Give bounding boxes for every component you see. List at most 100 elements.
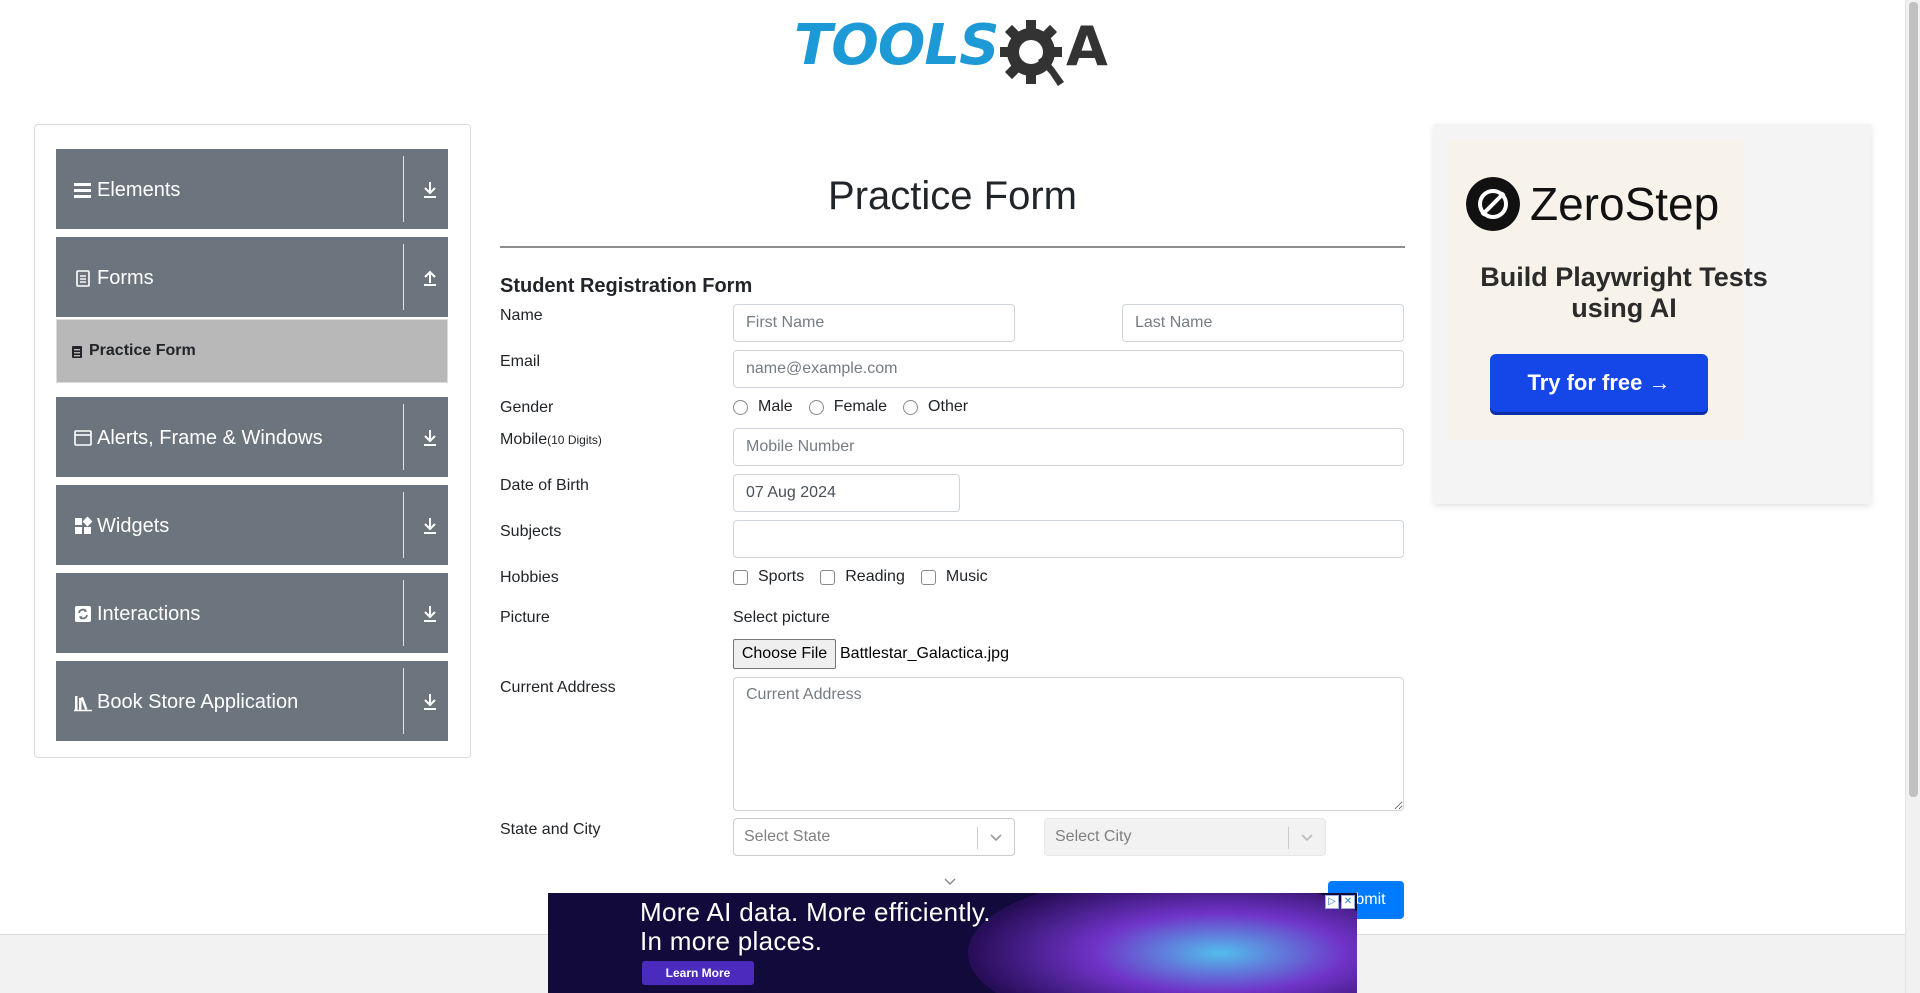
logo-text: TOOLS (794, 13, 999, 78)
email-label: Email (500, 353, 541, 370)
zerostep-tagline: Build Playwright Tests using AI (1480, 262, 1768, 323)
sidebar-item-practice-form[interactable]: Practice Form (56, 319, 448, 383)
subjects-input[interactable] (733, 520, 1404, 558)
divider (403, 244, 404, 310)
date-of-birth-input[interactable] (733, 474, 960, 512)
hobby-checkbox-reading[interactable]: Reading (820, 568, 905, 586)
checkbox[interactable] (733, 569, 748, 585)
sidebar-group-label: Elements (97, 179, 181, 201)
form-icon (76, 270, 90, 287)
toolsqa-logo[interactable]: TOOLS A (790, 12, 1116, 92)
sidebar-group-alerts[interactable]: Alerts, Frame & Windows (56, 397, 448, 477)
download-icon[interactable] (421, 604, 439, 624)
current-address-label: Current Address (500, 679, 616, 696)
subjects-label: Subjects (500, 523, 562, 540)
picture-label: Picture (500, 609, 550, 626)
divider (403, 668, 404, 734)
divider (1288, 827, 1289, 849)
radio-label: Male (758, 398, 793, 415)
zerostep-brand: ZeroStep (1530, 178, 1720, 230)
sidebar-group-book-store[interactable]: Book Store Application (56, 661, 448, 741)
divider (403, 156, 404, 222)
scrollbar[interactable] (1905, 0, 1920, 993)
state-select[interactable]: Select State (733, 818, 1015, 856)
zerostep-ad[interactable]: ZeroStep Build Playwright Tests using AI… (1434, 124, 1871, 504)
logo-text-a: A (1066, 15, 1108, 78)
zerostep-logo-icon (1466, 177, 1520, 231)
radio-label: Female (833, 398, 888, 415)
sidebar-group-label: Book Store Application (97, 691, 299, 713)
form-icon (71, 345, 83, 362)
sidebar-group-label: Widgets (97, 515, 170, 537)
bottom-banner-ad[interactable]: More AI data. More efficiently. In more … (548, 893, 1357, 993)
radio-button[interactable] (733, 399, 748, 415)
download-icon[interactable] (421, 516, 439, 536)
chevron-down-icon[interactable] (988, 831, 1004, 845)
checkbox[interactable] (920, 569, 936, 585)
choose-file-button[interactable]: Choose File (733, 639, 836, 669)
hobby-checkbox-music[interactable]: Music (920, 568, 988, 586)
hobby-checkbox-sports[interactable]: Sports (733, 568, 804, 586)
select-picture-label: Select picture (733, 609, 830, 626)
ad-controls: ▷ ✕ (1325, 895, 1355, 909)
gender-label: Gender (500, 399, 554, 416)
checkbox[interactable] (820, 569, 836, 585)
books-icon (74, 696, 92, 712)
ad-headline: More AI data. More efficiently. In more … (640, 898, 991, 956)
divider (500, 246, 1405, 248)
city-select-placeholder: Select City (1055, 828, 1132, 845)
scrollbar-thumb[interactable] (1909, 2, 1918, 797)
divider (403, 404, 404, 470)
city-select[interactable]: Select City (1044, 818, 1326, 856)
first-name-input[interactable] (733, 304, 1015, 342)
sidebar-group-forms[interactable]: Forms (56, 237, 448, 317)
upload-icon[interactable] (421, 268, 439, 288)
close-icon[interactable]: ✕ (1341, 895, 1355, 909)
mobile-hint: (10 Digits) (547, 433, 602, 447)
sidebar-group-widgets[interactable]: Widgets (56, 485, 448, 565)
try-for-free-button[interactable]: Try for free → (1490, 354, 1708, 412)
download-icon[interactable] (421, 428, 439, 448)
dob-label: Date of Birth (500, 477, 589, 494)
sidebar-item-label: Practice Form (89, 342, 196, 359)
last-name-input[interactable] (1122, 304, 1404, 342)
sidebar-group-elements[interactable]: Elements (56, 149, 448, 229)
sidebar-group-label: Alerts, Frame & Windows (97, 427, 323, 449)
gender-radio-other[interactable]: Other (903, 398, 968, 416)
state-city-label: State and City (500, 821, 601, 838)
chevron-down-icon[interactable] (943, 876, 957, 888)
current-address-textarea[interactable] (733, 677, 1404, 811)
radio-label: Other (928, 398, 969, 415)
download-icon[interactable] (421, 180, 439, 200)
name-label: Name (500, 307, 543, 324)
divider (403, 492, 404, 558)
email-input[interactable] (733, 350, 1404, 388)
download-icon[interactable] (421, 692, 439, 712)
checkbox-label: Reading (845, 568, 905, 585)
widgets-icon (75, 516, 93, 534)
gender-radio-female[interactable]: Female (808, 398, 888, 416)
radio-button[interactable] (903, 399, 919, 415)
sidebar-group-interactions[interactable]: Interactions (56, 573, 448, 653)
hobbies-checkbox-group: Sports Reading Music (733, 568, 1004, 586)
learn-more-button[interactable]: Learn More (642, 961, 754, 985)
chevron-down-icon[interactable] (1299, 831, 1315, 845)
hamburger-icon (74, 183, 91, 198)
checkbox-label: Music (945, 568, 988, 585)
selected-file-name: Battlestar_Galactica.jpg (840, 645, 1009, 662)
gender-radio-male[interactable]: Male (733, 398, 793, 416)
sidebar: Elements Forms Practice Form Alerts, Fra… (34, 124, 471, 758)
gender-radio-group: Male Female Other (733, 398, 984, 416)
radio-button[interactable] (808, 399, 824, 415)
ad-graphic (968, 893, 1357, 993)
state-select-placeholder: Select State (744, 828, 831, 845)
form-subtitle: Student Registration Form (500, 275, 753, 297)
divider (977, 827, 978, 849)
mobile-label-text: Mobile (500, 431, 548, 448)
mobile-input[interactable] (733, 428, 1404, 466)
gear-icon (1000, 20, 1064, 86)
checkbox-label: Sports (758, 568, 805, 585)
ad-headline-line: More AI data. More efficiently. (640, 897, 991, 927)
ad-info-icon[interactable]: ▷ (1325, 895, 1339, 909)
interactions-icon (75, 606, 91, 622)
